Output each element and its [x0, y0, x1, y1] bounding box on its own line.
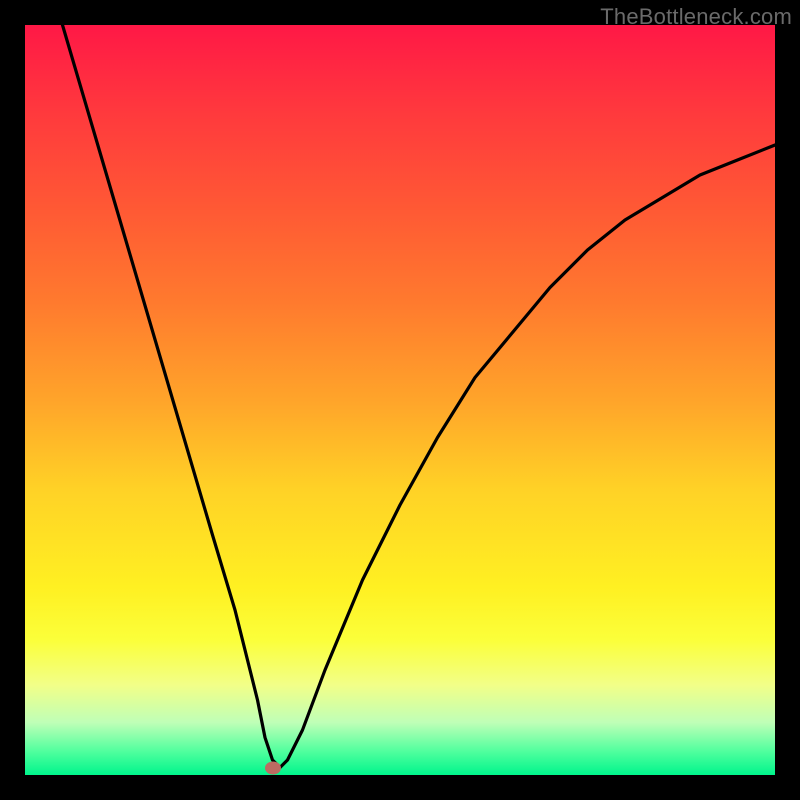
plot-area	[25, 25, 775, 775]
bottleneck-curve	[25, 25, 775, 775]
watermark-text: TheBottleneck.com	[600, 4, 792, 30]
optimal-point-marker	[265, 761, 281, 774]
chart-frame: TheBottleneck.com	[0, 0, 800, 800]
curve-path	[63, 25, 776, 768]
